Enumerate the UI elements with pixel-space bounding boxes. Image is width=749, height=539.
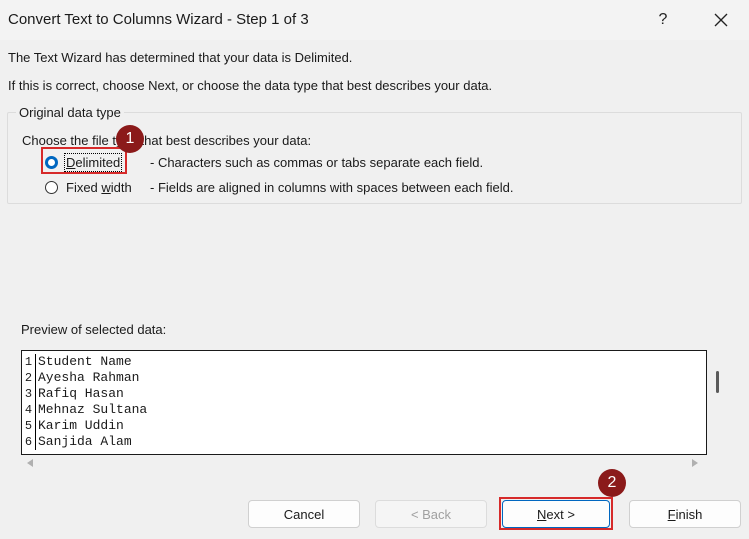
back-button[interactable]: < Back bbox=[375, 500, 487, 528]
row-number: 4 bbox=[22, 402, 36, 418]
radio-fixed-width[interactable]: Fixed width bbox=[45, 177, 132, 197]
intro-line-2: If this is correct, choose Next, or choo… bbox=[8, 78, 493, 93]
highlight-box-delimited bbox=[41, 147, 127, 174]
scroll-left-arrow-icon[interactable] bbox=[27, 459, 33, 467]
radio-button-fixed-width[interactable] bbox=[45, 180, 58, 194]
window-title: Convert Text to Columns Wizard - Step 1 … bbox=[8, 11, 309, 28]
preview-row: 5 Karim Uddin bbox=[22, 418, 706, 434]
preview-row: 2 Ayesha Rahman bbox=[22, 370, 706, 386]
step-badge-2: 2 bbox=[598, 469, 626, 497]
highlight-box-next bbox=[499, 497, 613, 530]
row-text: Karim Uddin bbox=[38, 418, 124, 433]
vertical-scrollbar-thumb[interactable] bbox=[716, 371, 719, 393]
fixed-width-description: - Fields are aligned in columns with spa… bbox=[150, 180, 514, 195]
intro-line-1: The Text Wizard has determined that your… bbox=[8, 50, 353, 65]
cancel-button[interactable]: Cancel bbox=[248, 500, 360, 528]
preview-row: 6 Sanjida Alam bbox=[22, 434, 706, 450]
scroll-right-arrow-icon[interactable] bbox=[692, 459, 698, 467]
close-button[interactable] bbox=[698, 0, 744, 40]
row-number: 1 bbox=[22, 354, 36, 370]
row-number: 5 bbox=[22, 418, 36, 434]
row-number: 6 bbox=[22, 434, 36, 450]
row-text: Student Name bbox=[38, 354, 132, 369]
preview-row: 1 Student Name bbox=[22, 354, 706, 370]
row-number: 2 bbox=[22, 370, 36, 386]
step-badge-1: 1 bbox=[116, 125, 144, 153]
choose-file-type-label: Choose the file type that best describes… bbox=[22, 133, 312, 148]
row-text: Ayesha Rahman bbox=[38, 370, 140, 385]
preview-label: Preview of selected data: bbox=[21, 322, 167, 337]
radio-label-fixed-width[interactable]: Fixed width bbox=[66, 180, 132, 195]
help-button[interactable]: ? bbox=[640, 0, 686, 40]
preview-row: 3 Rafiq Hasan bbox=[22, 386, 706, 402]
title-bar: Convert Text to Columns Wizard - Step 1 … bbox=[0, 0, 749, 40]
close-icon bbox=[714, 13, 728, 27]
row-number: 3 bbox=[22, 386, 36, 402]
delimited-description: - Characters such as commas or tabs sepa… bbox=[150, 155, 484, 170]
preview-box[interactable]: 1 Student Name 2 Ayesha Rahman 3 Rafiq H… bbox=[21, 350, 707, 455]
preview-row: 4 Mehnaz Sultana bbox=[22, 402, 706, 418]
row-text: Sanjida Alam bbox=[38, 434, 132, 449]
help-icon: ? bbox=[658, 11, 668, 28]
row-text: Mehnaz Sultana bbox=[38, 402, 148, 417]
row-text: Rafiq Hasan bbox=[38, 386, 124, 401]
finish-button[interactable]: Finish bbox=[629, 500, 741, 528]
group-legend: Original data type bbox=[16, 106, 124, 120]
